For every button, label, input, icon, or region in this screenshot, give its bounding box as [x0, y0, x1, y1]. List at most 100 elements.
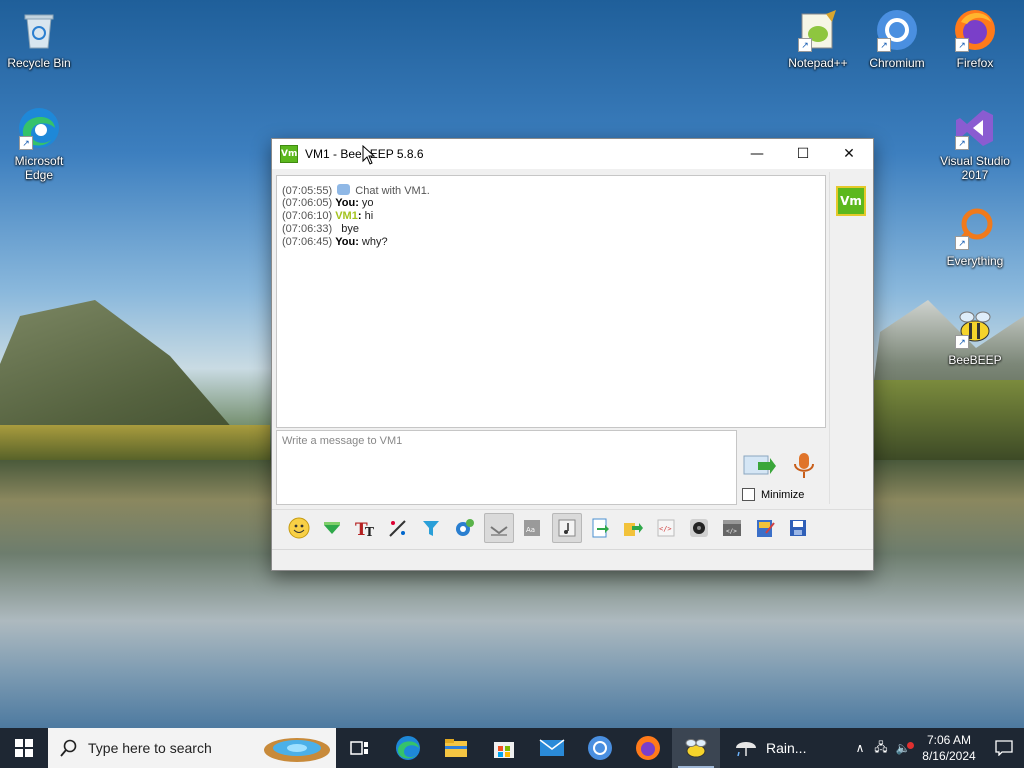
chat-bubble-icon [337, 184, 351, 195]
everything-icon: ↗ [953, 206, 997, 250]
font-icon[interactable]: TT [352, 515, 378, 541]
send-button[interactable] [742, 452, 776, 480]
svg-text:Aa: Aa [526, 526, 535, 534]
notifications-button[interactable] [984, 740, 1024, 756]
desktop-icon-recycle-bin[interactable]: Recycle Bin [1, 8, 77, 70]
compact-view-icon[interactable] [484, 512, 514, 543]
desktop-icon-everything[interactable]: ↗ Everything [937, 206, 1013, 268]
camera-icon[interactable] [686, 515, 712, 541]
message-input-box[interactable] [276, 430, 737, 505]
save-icon[interactable] [785, 515, 811, 541]
taskbar-mail[interactable] [528, 728, 576, 768]
network-icon[interactable]: 🖧 [870, 738, 892, 759]
edge-icon: ↗ [17, 106, 61, 150]
vm1-avatar[interactable]: Vm [836, 186, 866, 216]
wallpaper-trees [0, 425, 270, 465]
clock-date: 8/16/2024 [922, 749, 976, 763]
message-input[interactable] [277, 431, 736, 504]
chat-window: Vm VM1 - BeeBEEP 5.8.6 — ☐ ✕ (07:05:55) … [271, 138, 874, 571]
send-file-down-icon[interactable] [319, 515, 345, 541]
desktop-icon-visual-studio[interactable]: ↗ Visual Studio 2017 [937, 106, 1013, 182]
voice-message-button[interactable] [791, 451, 817, 481]
desktop-icon-edge[interactable]: ↗ Microsoft Edge [1, 106, 77, 182]
shortcut-arrow-icon: ↗ [798, 38, 812, 52]
chromium-icon [588, 736, 612, 760]
wallpaper-trees-right [872, 380, 1024, 460]
taskbar-store[interactable] [480, 728, 528, 768]
beebeep-icon [685, 739, 707, 758]
shortcut-arrow-icon: ↗ [19, 136, 33, 150]
taskbar-chromium[interactable] [576, 728, 624, 768]
chat-line: (07:06:33) bye [282, 223, 359, 235]
notes-icon[interactable] [752, 515, 778, 541]
taskbar-beebeep[interactable] [672, 728, 720, 768]
start-button[interactable] [0, 728, 48, 768]
settings-icon[interactable] [451, 515, 477, 541]
shortcut-arrow-icon: ↗ [955, 236, 969, 250]
minimize-button[interactable]: — [734, 139, 780, 169]
microphone-icon [794, 453, 814, 478]
volume-muted-icon[interactable]: 🔈 [892, 741, 914, 755]
chromium-icon: ↗ [875, 8, 919, 52]
svg-text:</>: </> [726, 528, 737, 535]
shortcut-arrow-icon: ↗ [955, 136, 969, 150]
clock-time: 7:06 AM [926, 733, 972, 747]
chat-history[interactable]: (07:05:55) Chat with VM1. (07:06:05) You… [276, 175, 826, 428]
taskbar: Type here to search Rain... ∧ 🖧 🔈 7:06 A… [0, 728, 1024, 768]
umbrella-rain-icon [736, 742, 756, 757]
color-picker-icon[interactable] [385, 515, 411, 541]
svg-text:</>: </> [659, 525, 672, 533]
emoji-icon[interactable] [286, 515, 312, 541]
html-icon[interactable]: </> [653, 515, 679, 541]
notepadpp-icon: ↗ [796, 8, 840, 52]
sound-icon[interactable] [552, 512, 582, 543]
store-icon [494, 742, 514, 758]
recycle-bin-icon [17, 8, 61, 52]
minimize-checkbox[interactable]: Minimize [742, 488, 804, 501]
notification-icon [995, 740, 1013, 756]
desktop-icon-firefox[interactable]: ↗ Firefox [937, 8, 1013, 70]
chat-toolbar: TT Aa </> </> [272, 509, 873, 545]
filter-icon[interactable] [418, 515, 444, 541]
app-badge-icon: Vm [280, 145, 298, 163]
background-icon[interactable]: Aa [519, 515, 545, 541]
maximize-button[interactable]: ☐ [780, 139, 826, 169]
desktop-icon-chromium[interactable]: ↗ Chromium [859, 8, 935, 70]
chat-line: (07:06:05) You: yo [282, 197, 374, 209]
desktop-icon-notepadpp[interactable]: ↗ Notepad++ [780, 8, 856, 70]
system-tray: ∧ 🖧 🔈 7:06 AM 8/16/2024 [850, 728, 1024, 768]
firefox-icon [636, 736, 660, 760]
folder-icon [445, 739, 467, 757]
checkbox-box[interactable] [742, 488, 755, 501]
taskbar-edge[interactable] [384, 728, 432, 768]
shortcut-arrow-icon: ↗ [955, 335, 969, 349]
search-icon [60, 739, 77, 757]
search-placeholder: Type here to search [88, 740, 212, 756]
weather-widget[interactable]: Rain... [720, 728, 820, 768]
edge-icon [396, 736, 420, 760]
shortcut-arrow-icon: ↗ [955, 38, 969, 52]
visual-studio-icon: ↗ [953, 106, 997, 150]
send-icon [743, 455, 776, 475]
share-icon[interactable] [620, 515, 646, 541]
status-bar [272, 549, 873, 570]
desktop-icon-beebeep[interactable]: ↗ BeeBEEP [937, 305, 1013, 367]
task-view-button[interactable] [336, 728, 384, 768]
taskbar-search-box[interactable]: Type here to search [48, 728, 336, 768]
shortcut-arrow-icon: ↗ [877, 38, 891, 52]
mail-icon [539, 739, 565, 756]
clock[interactable]: 7:06 AM 8/16/2024 [914, 732, 984, 764]
taskbar-file-explorer[interactable] [432, 728, 480, 768]
chevron-up-icon[interactable]: ∧ [850, 741, 870, 755]
user-panel: Vm [829, 172, 870, 504]
close-button[interactable]: ✕ [826, 139, 872, 169]
export-icon[interactable] [587, 515, 613, 541]
taskbar-firefox[interactable] [624, 728, 672, 768]
beebeep-icon: ↗ [953, 305, 997, 349]
code-icon[interactable]: </> [719, 515, 745, 541]
chat-line: (07:06:10) VM1: hi [282, 210, 374, 222]
mouse-cursor-icon [362, 145, 376, 165]
search-highlight-icon [264, 738, 330, 762]
task-view-icon [350, 741, 368, 755]
chat-line: (07:06:45) You: why? [282, 236, 388, 248]
